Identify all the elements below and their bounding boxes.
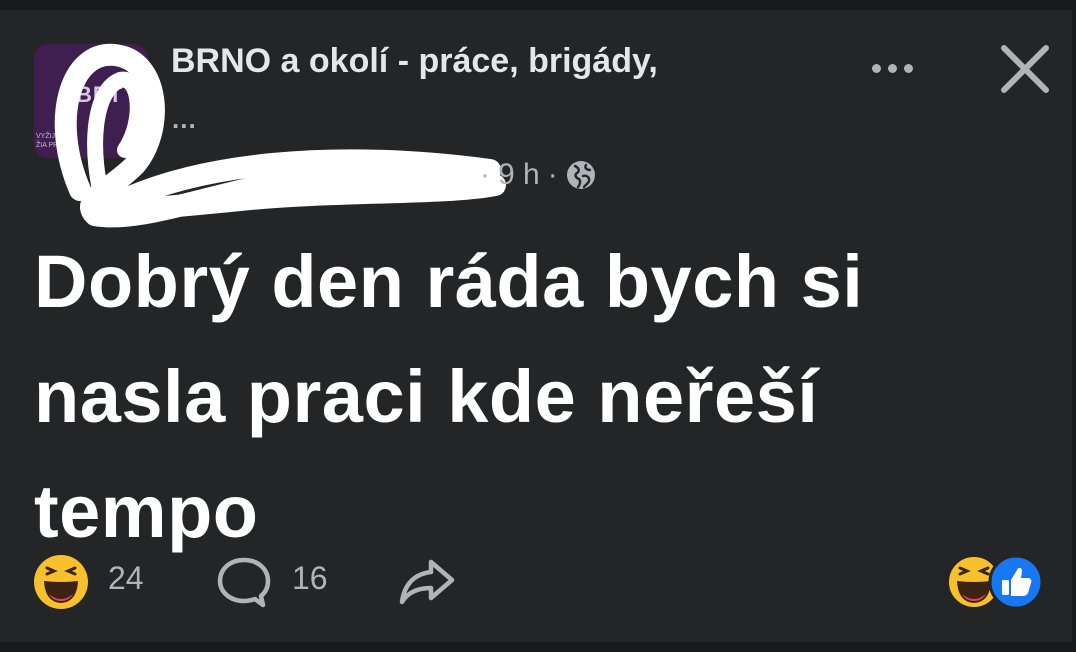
meta-separator: · bbox=[480, 158, 490, 191]
more-dot bbox=[903, 63, 913, 73]
post-footer: 24 16 bbox=[0, 548, 1076, 612]
post-time[interactable]: 9 h bbox=[498, 158, 540, 192]
reactions-count[interactable]: 24 bbox=[108, 560, 144, 597]
globe-icon bbox=[566, 161, 595, 189]
more-options-button[interactable] bbox=[862, 50, 922, 86]
haha-emoji-icon[interactable] bbox=[33, 554, 89, 610]
like-thumb-icon[interactable] bbox=[988, 554, 1044, 610]
share-arrow-icon[interactable] bbox=[398, 556, 456, 606]
comment-bubble-icon[interactable] bbox=[215, 556, 273, 608]
group-name-link[interactable]: BRNO a okolí - práce, brigády, bbox=[171, 42, 658, 81]
more-horizontal-icon bbox=[871, 63, 881, 73]
close-icon[interactable] bbox=[998, 42, 1052, 96]
top-divider bbox=[0, 0, 1076, 10]
more-dot bbox=[887, 63, 897, 73]
comments-count[interactable]: 16 bbox=[292, 560, 328, 597]
post-text: Dobrý den ráda bych si nasla praci kde n… bbox=[34, 240, 864, 553]
bottom-divider bbox=[0, 642, 1076, 652]
meta-separator-2: · bbox=[547, 158, 558, 191]
group-name-truncation: ... bbox=[172, 104, 197, 134]
post-meta: · 9 h · bbox=[480, 155, 596, 195]
